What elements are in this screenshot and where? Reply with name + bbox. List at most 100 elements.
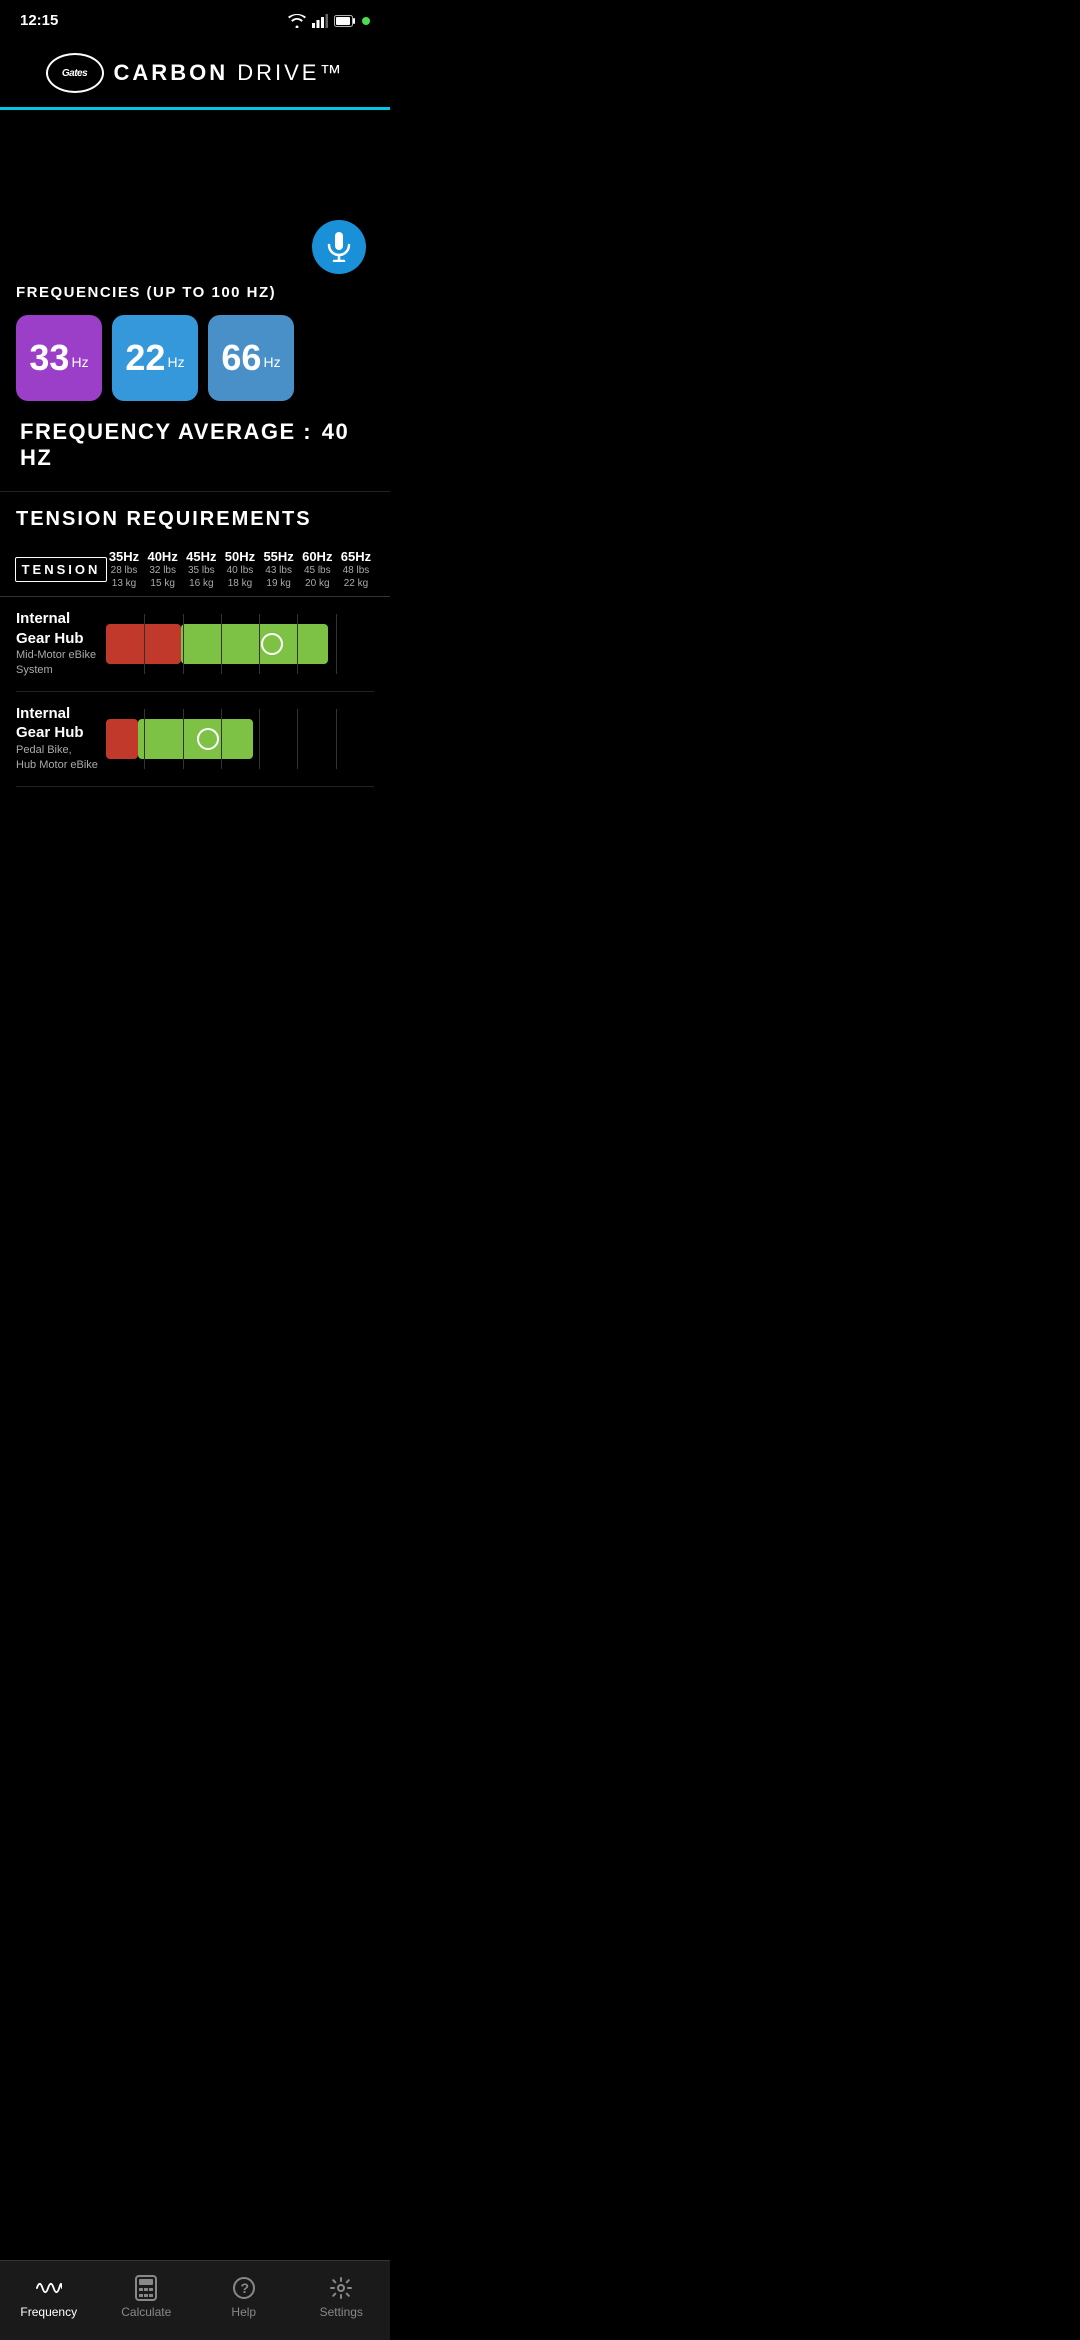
battery-icon	[334, 15, 356, 27]
tension-lbs-1: 32 lbs	[149, 564, 176, 577]
tension-title: TENSION REQUIREMENTS	[0, 491, 390, 543]
tension-hz-0: 35Hz	[109, 549, 139, 564]
tension-hz-5: 60Hz	[302, 549, 332, 564]
tension-cols: 35Hz 28 lbs 13 kg 40Hz 32 lbs 15 kg 45Hz…	[106, 543, 374, 596]
freq-unit-2: Hz	[263, 354, 280, 370]
wave-icon	[36, 2278, 62, 2298]
nav-icon-settings	[328, 2275, 354, 2301]
tension-hz-2: 45Hz	[186, 549, 216, 564]
nav-item-calculate[interactable]: Calculate	[98, 2261, 196, 2340]
tension-bar-area-1	[106, 709, 374, 769]
tension-col-3: 50Hz 40 lbs 18 kg	[222, 543, 258, 596]
grid-line	[259, 614, 260, 674]
nav-icon-calculate	[133, 2275, 159, 2301]
svg-text:?: ?	[240, 2280, 249, 2296]
grid-line	[183, 709, 184, 769]
tension-kg-6: 22 kg	[344, 577, 368, 590]
bottom-spacer	[0, 787, 390, 877]
settings-icon	[329, 2276, 353, 2300]
tension-row-sub-1: Pedal Bike,Hub Motor eBike	[16, 743, 98, 774]
tension-hz-4: 55Hz	[263, 549, 293, 564]
frequencies-label: FREQUENCIES (UP TO 100 HZ)	[16, 284, 374, 301]
tension-hz-3: 50Hz	[225, 549, 255, 564]
tension-lbs-0: 28 lbs	[111, 564, 138, 577]
freq-average-unit: Hz	[20, 445, 52, 470]
tension-col-6: 65Hz 48 lbs 22 kg	[338, 543, 374, 596]
tension-kg-2: 16 kg	[189, 577, 213, 590]
mic-button[interactable]	[312, 220, 366, 274]
tension-col-0: 35Hz 28 lbs 13 kg	[106, 543, 142, 596]
tension-kg-1: 15 kg	[150, 577, 174, 590]
freq-card-2: 66 Hz	[208, 315, 294, 401]
microphone-icon	[326, 232, 352, 262]
freq-card-0: 33 Hz	[16, 315, 102, 401]
grid-line	[144, 614, 145, 674]
tension-rows: Internal Gear Hub Mid-Motor eBike System	[0, 597, 390, 787]
tension-col-4: 55Hz 43 lbs 19 kg	[261, 543, 297, 596]
grid-line	[259, 709, 260, 769]
time: 12:15	[20, 12, 58, 29]
nav-label-settings: Settings	[320, 2305, 363, 2319]
nav-label-help: Help	[231, 2305, 256, 2319]
nav-icon-help: ?	[231, 2275, 257, 2301]
tension-kg-0: 13 kg	[112, 577, 136, 590]
tension-hz-6: 65Hz	[341, 549, 371, 564]
grid-line	[221, 614, 222, 674]
calculator-icon	[135, 2275, 157, 2301]
grid-line	[221, 709, 222, 769]
nav-item-settings[interactable]: Settings	[293, 2261, 391, 2340]
freq-average-label: FREQUENCY AVERAGE :	[20, 419, 312, 444]
spacer-top	[0, 110, 390, 200]
freq-unit-0: Hz	[71, 354, 88, 370]
tension-hz-1: 40Hz	[147, 549, 177, 564]
mic-area	[16, 200, 374, 284]
nav-label-calculate: Calculate	[121, 2305, 171, 2319]
tension-lbs-5: 45 lbs	[304, 564, 331, 577]
tension-word: TENSION	[15, 557, 108, 582]
wifi-icon	[288, 14, 306, 28]
nav-item-frequency[interactable]: Frequency	[0, 2261, 98, 2340]
tension-section: TENSION REQUIREMENTS TENSION 35Hz 28 lbs…	[0, 491, 390, 787]
grid-line	[144, 709, 145, 769]
tension-row-title-0: Internal Gear Hub	[16, 609, 98, 648]
tension-bar-green-1	[138, 719, 253, 759]
logo-area: Gates CARBON DRIVE™	[0, 35, 390, 107]
logo-oval-text: Gates	[62, 68, 87, 79]
nav-item-help[interactable]: ? Help	[195, 2261, 293, 2340]
status-icons	[288, 14, 370, 28]
help-icon: ?	[232, 2276, 256, 2300]
signal-icon	[312, 14, 328, 28]
tension-row-sub-0: Mid-Motor eBike System	[16, 648, 98, 679]
tension-header: TENSION 35Hz 28 lbs 13 kg 40Hz 32 lbs 15…	[0, 543, 390, 597]
tension-col-2: 45Hz 35 lbs 16 kg	[183, 543, 219, 596]
grid-line	[297, 709, 298, 769]
freq-value-0: 33	[29, 337, 69, 379]
logo-brand: CARBON DRIVE™	[114, 60, 345, 86]
battery-dot	[362, 17, 370, 25]
tension-indicator-1	[197, 728, 219, 750]
grid-line	[183, 614, 184, 674]
freq-average-value: 40	[322, 419, 349, 444]
tension-indicator-0	[261, 633, 283, 655]
bottom-nav: Frequency Calculate ? Help	[0, 2260, 390, 2340]
tension-row-label-0: Internal Gear Hub Mid-Motor eBike System	[16, 609, 106, 679]
tension-col-5: 60Hz 45 lbs 20 kg	[299, 543, 335, 596]
logo-container: Gates CARBON DRIVE™	[46, 53, 345, 93]
freq-value-1: 22	[125, 337, 165, 379]
nav-icon-frequency	[36, 2275, 62, 2301]
grid-line	[336, 709, 337, 769]
tension-lbs-4: 43 lbs	[265, 564, 292, 577]
tension-kg-5: 20 kg	[305, 577, 329, 590]
tension-row-0: Internal Gear Hub Mid-Motor eBike System	[16, 597, 374, 692]
tension-col-1: 40Hz 32 lbs 15 kg	[145, 543, 181, 596]
tension-lbs-6: 48 lbs	[343, 564, 370, 577]
tension-kg-4: 19 kg	[266, 577, 290, 590]
tension-lbs-3: 40 lbs	[227, 564, 254, 577]
freq-card-1: 22 Hz	[112, 315, 198, 401]
tension-bar-green-0	[181, 624, 328, 664]
tension-row-1: Internal Gear Hub Pedal Bike,Hub Motor e…	[16, 692, 374, 787]
tension-row-title-1: Internal Gear Hub	[16, 704, 98, 743]
freq-value-2: 66	[221, 337, 261, 379]
main-content: FREQUENCIES (UP TO 100 HZ) 33 Hz 22 Hz 6…	[0, 200, 390, 471]
freq-average: FREQUENCY AVERAGE : 40 Hz	[16, 419, 374, 471]
